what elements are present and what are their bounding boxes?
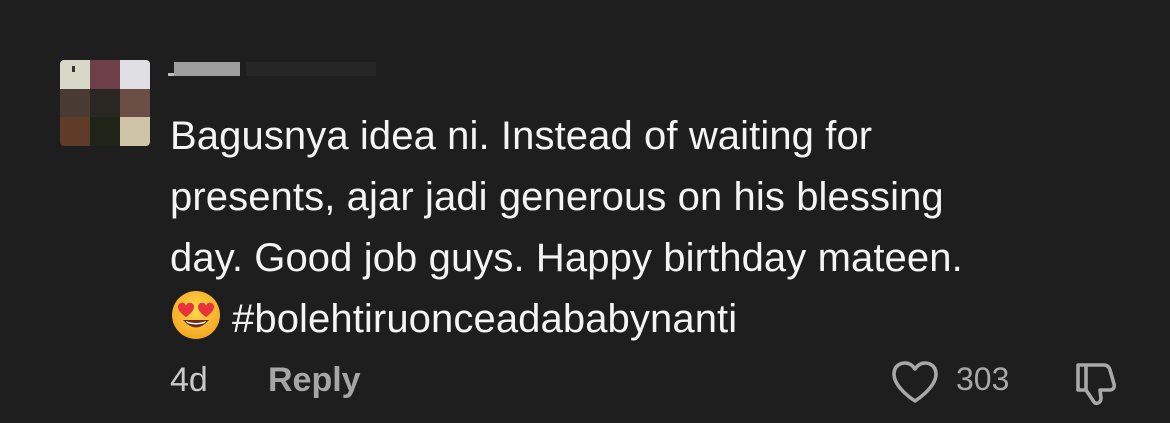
- smiling-face-with-heart-eyes-icon: [172, 291, 220, 339]
- avatar-pixel: [90, 60, 120, 89]
- reply-button[interactable]: Reply: [268, 361, 361, 400]
- thumbs-down-icon: [1076, 363, 1117, 406]
- comment-line-hashtag: #bolehtiruonceadababynanti: [170, 289, 1130, 350]
- username-redacted[interactable]: [168, 62, 376, 76]
- avatar-pixel: [60, 117, 90, 146]
- avatar[interactable]: [60, 60, 150, 146]
- hashtag-link[interactable]: #bolehtiruonceadababynanti: [232, 297, 737, 341]
- avatar-pixel: [120, 60, 150, 89]
- avatar-pixel: [60, 60, 90, 89]
- avatar-pixel: [90, 88, 120, 118]
- comment-line: Bagusnya idea ni. Instead of waiting for: [170, 114, 873, 158]
- like-count: 303: [956, 361, 1010, 397]
- avatar-pixel: [60, 88, 90, 118]
- comment-line: day. Good job guys. Happy birthday matee…: [170, 236, 963, 280]
- avatar-pixel: [120, 117, 150, 146]
- comment-footer: 4d Reply 303: [170, 357, 1130, 407]
- timestamp: 4d: [170, 361, 208, 399]
- comment-text: Bagusnya idea ni. Instead of waiting for…: [170, 106, 1130, 350]
- comment-item: Bagusnya idea ni. Instead of waiting for…: [0, 0, 1170, 423]
- avatar-pixel: [120, 88, 150, 118]
- avatar-pixel: [90, 117, 120, 146]
- avatar-mark: [72, 66, 75, 72]
- comment-line: presents, ajar jadi generous on his bles…: [170, 175, 944, 219]
- like-button[interactable]: [890, 359, 940, 405]
- heart-icon: [892, 361, 938, 403]
- dislike-button[interactable]: [1070, 357, 1122, 407]
